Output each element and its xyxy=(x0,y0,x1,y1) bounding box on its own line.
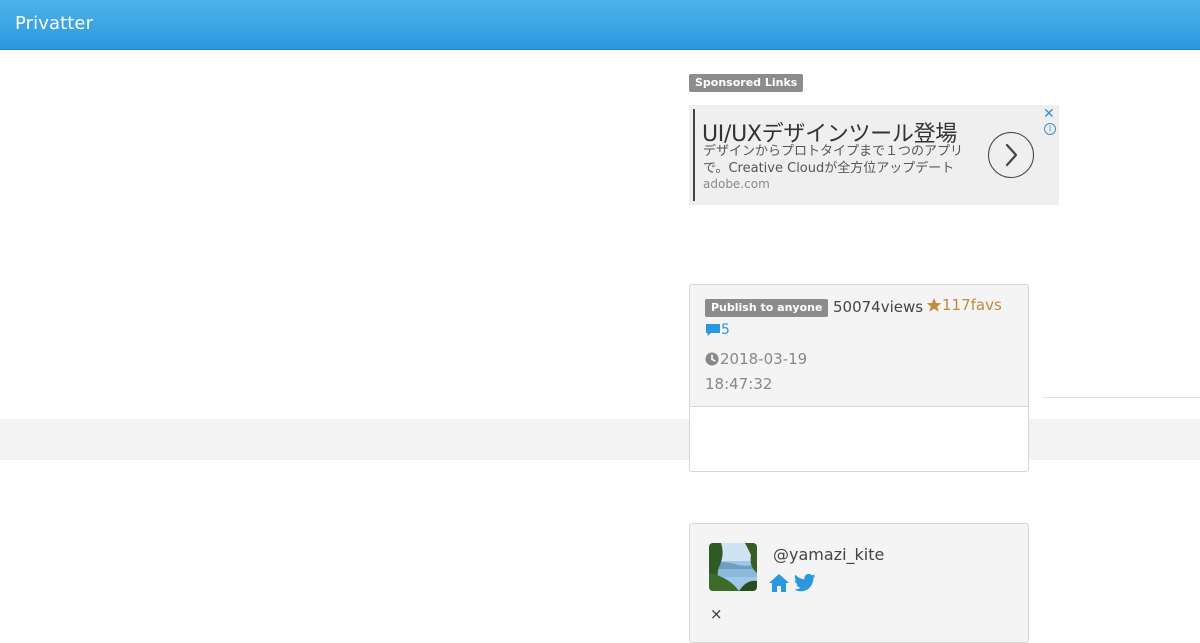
ad-domain: adobe.com xyxy=(703,177,770,191)
clock-icon xyxy=(705,352,719,366)
post-date-value: 2018-03-19 xyxy=(720,350,808,368)
post-info-header: Publish to anyone 50074views 117favs 5 2… xyxy=(690,285,1028,407)
sponsored-links-label: Sponsored Links xyxy=(689,74,804,92)
avatar[interactable] xyxy=(709,543,757,591)
comment-count-link[interactable]: 5 xyxy=(705,322,730,338)
comment-count: 5 xyxy=(721,322,730,338)
fav-count-link[interactable]: 117favs xyxy=(926,296,1002,314)
ad-open-button[interactable] xyxy=(988,132,1034,178)
star-icon xyxy=(926,298,942,312)
avatar-image xyxy=(709,543,757,591)
navbar: Privatter xyxy=(0,0,1200,50)
close-icon[interactable]: ✕ xyxy=(1043,106,1055,122)
post-time-value: 18:47:32 xyxy=(705,375,773,393)
ad-accent-bar xyxy=(693,109,695,201)
user-handle[interactable]: @yamazi_kite xyxy=(773,545,884,564)
divider xyxy=(1043,397,1200,398)
home-icon[interactable] xyxy=(768,573,790,593)
post-info-card: Publish to anyone 50074views 117favs 5 2… xyxy=(689,284,1029,472)
user-card: @yamazi_kite × xyxy=(689,523,1029,643)
ad-banner[interactable]: UI/UXデザインツール登場 デザインからプロトタイプまで１つのアプリで。Cre… xyxy=(689,105,1059,205)
brand-logo[interactable]: Privatter xyxy=(15,13,93,34)
close-icon[interactable]: × xyxy=(710,605,723,623)
arrow-right-icon xyxy=(1005,143,1018,167)
ad-description: デザインからプロトタイプまで１つのアプリで。Creative Cloudが全方位… xyxy=(703,144,964,176)
fav-count: 117favs xyxy=(942,296,1002,314)
user-links xyxy=(768,573,816,593)
twitter-icon[interactable] xyxy=(794,573,816,593)
visibility-badge: Publish to anyone xyxy=(705,299,829,317)
info-icon[interactable]: i xyxy=(1044,123,1056,135)
post-date: 2018-03-19 18:47:32 xyxy=(705,347,807,397)
view-count: 50074views xyxy=(833,298,924,316)
comment-icon xyxy=(706,324,720,336)
